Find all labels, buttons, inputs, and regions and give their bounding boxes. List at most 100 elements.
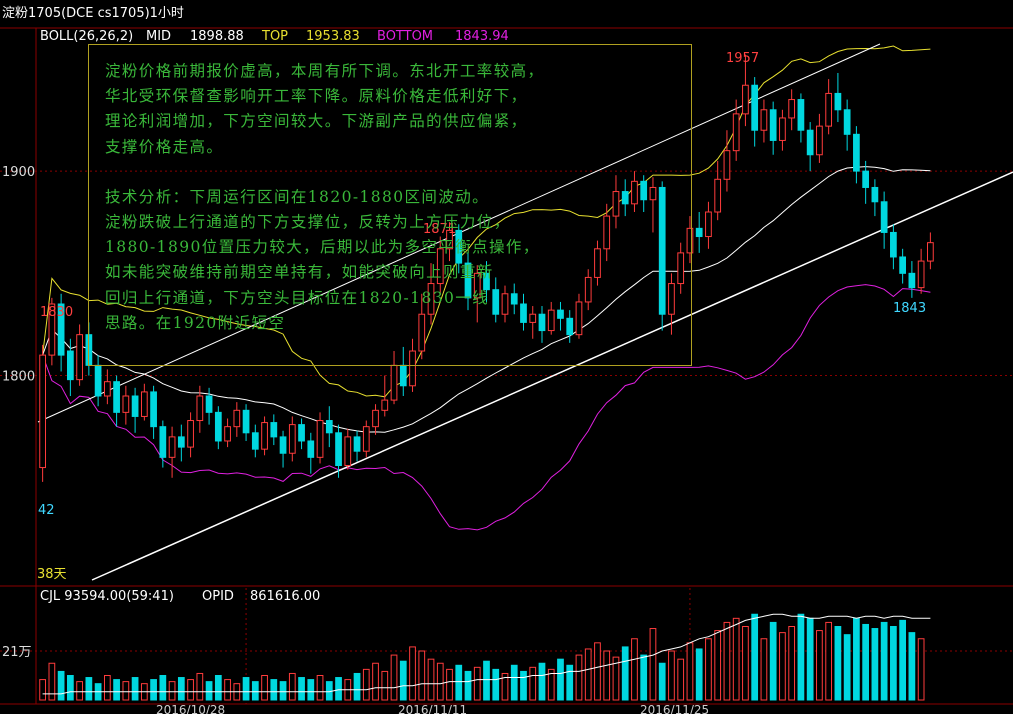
- candle-body-25: [270, 422, 278, 438]
- candle-body-16: [187, 420, 194, 448]
- candle-body-81: [788, 99, 796, 119]
- volume-bar-2: [57, 670, 65, 701]
- candle-body-35: [362, 426, 370, 452]
- volume-bar-69: [677, 658, 685, 701]
- volume-header: CJL 93594.00(59:41): [40, 589, 174, 604]
- volume-bar-8: [113, 679, 120, 701]
- candle-body-13: [159, 426, 167, 458]
- candle-body-7: [103, 381, 111, 397]
- candle-body-96: [927, 242, 934, 262]
- volume-bar-72: [705, 638, 712, 701]
- y-tick-1900: 1900: [2, 165, 35, 180]
- volume-bar-93: [899, 619, 907, 701]
- volume-bar-79: [769, 621, 777, 701]
- candle-body-89: [862, 170, 870, 188]
- candle-body-20: [224, 426, 231, 442]
- candle-body-71: [695, 227, 703, 238]
- volume-bar-86: [834, 626, 842, 701]
- volume-bar-40: [409, 646, 416, 701]
- candle-body-21: [233, 409, 241, 428]
- volume-bar-17: [196, 672, 204, 701]
- candle-body-6: [94, 364, 102, 397]
- volume-bar-67: [658, 662, 666, 701]
- candle-body-37: [381, 399, 389, 411]
- volume-bar-3: [66, 675, 74, 701]
- candle-body-78: [760, 109, 768, 131]
- candle-body-85: [825, 92, 833, 127]
- annotation-1957: 1957: [726, 51, 759, 66]
- volume-bar-16: [187, 679, 194, 701]
- candle-body-31: [325, 420, 333, 434]
- volume-tick: 21万: [2, 645, 32, 660]
- candle-body-72: [705, 211, 712, 238]
- candle-body-82: [797, 99, 805, 131]
- volume-bar-61: [603, 650, 611, 701]
- annotation-1830: 1830: [40, 305, 73, 320]
- volume-bar-70: [686, 642, 694, 701]
- volume-bar-58: [575, 654, 583, 701]
- candle-body-14: [168, 436, 176, 458]
- volume-bar-28: [298, 677, 305, 701]
- opid-label: OPID: [202, 589, 234, 604]
- volume-bar-31: [325, 681, 333, 701]
- candle-body-18: [205, 395, 213, 413]
- volume-bar-35: [362, 668, 370, 701]
- candle-body-30: [316, 420, 324, 458]
- volume-bar-27: [288, 672, 296, 701]
- volume-bar-43: [436, 662, 444, 701]
- volume-bar-88: [853, 617, 860, 701]
- candle-body-10: [131, 395, 139, 417]
- volume-bar-26: [279, 681, 287, 701]
- candle-body-36: [372, 409, 379, 428]
- volume-bar-41: [418, 650, 426, 701]
- candle-body-4: [76, 334, 83, 381]
- volume-bar-9: [122, 681, 130, 701]
- volume-bar-82: [797, 613, 805, 701]
- bottom-value: 1843.94: [455, 29, 509, 44]
- volume-bar-57: [566, 664, 574, 701]
- candle-body-86: [834, 92, 842, 111]
- volume-bar-95: [917, 638, 925, 701]
- volume-bar-36: [372, 662, 379, 701]
- volume-bar-68: [668, 650, 675, 701]
- volume-bar-22: [242, 677, 250, 701]
- volume-bar-64: [631, 638, 638, 701]
- volume-bar-73: [714, 630, 722, 701]
- mid-label: MID: [146, 29, 171, 44]
- candle-body-24: [261, 422, 268, 450]
- candle-body-32: [335, 432, 342, 467]
- volume-bar-84: [816, 630, 823, 701]
- candle-body-80: [779, 117, 786, 141]
- candle-body-83: [806, 129, 814, 156]
- candle-body-29: [307, 440, 315, 458]
- volume-bar-34: [353, 672, 361, 701]
- volume-bar-90: [871, 628, 879, 701]
- volume-bar-77: [751, 613, 759, 701]
- volume-bar-48: [483, 660, 490, 701]
- candle-body-39: [399, 364, 407, 387]
- volume-bar-49: [492, 668, 500, 701]
- volume-bar-42: [427, 658, 435, 701]
- volume-bar-30: [316, 675, 324, 701]
- volume-bar-53: [529, 666, 537, 701]
- x-tick-3: 2016/11/25: [640, 703, 709, 714]
- volume-bar-51: [510, 664, 518, 701]
- opid-value: 861616.00: [250, 589, 320, 604]
- volume-bar-37: [381, 670, 389, 701]
- candle-body-90: [871, 186, 879, 203]
- top-label: TOP: [261, 29, 288, 44]
- volume-bar-23: [251, 681, 259, 701]
- volume-bar-24: [261, 675, 268, 701]
- analysis-note: 淀粉价格前期报价虚高，本周有所下调。东北开工率较高， 华北受环保督查影响开工率下…: [88, 44, 692, 366]
- candle-body-19: [214, 411, 222, 442]
- candle-body-11: [140, 391, 148, 417]
- candle-body-84: [816, 125, 823, 156]
- volume-bar-19: [214, 675, 222, 701]
- candle-body-95: [917, 260, 925, 289]
- volume-bar-15: [177, 677, 185, 701]
- volume-bar-65: [640, 654, 648, 701]
- volume-bar-44: [446, 668, 453, 701]
- volume-bar-46: [464, 670, 472, 701]
- volume-bar-81: [788, 626, 796, 701]
- candle-body-88: [853, 133, 860, 172]
